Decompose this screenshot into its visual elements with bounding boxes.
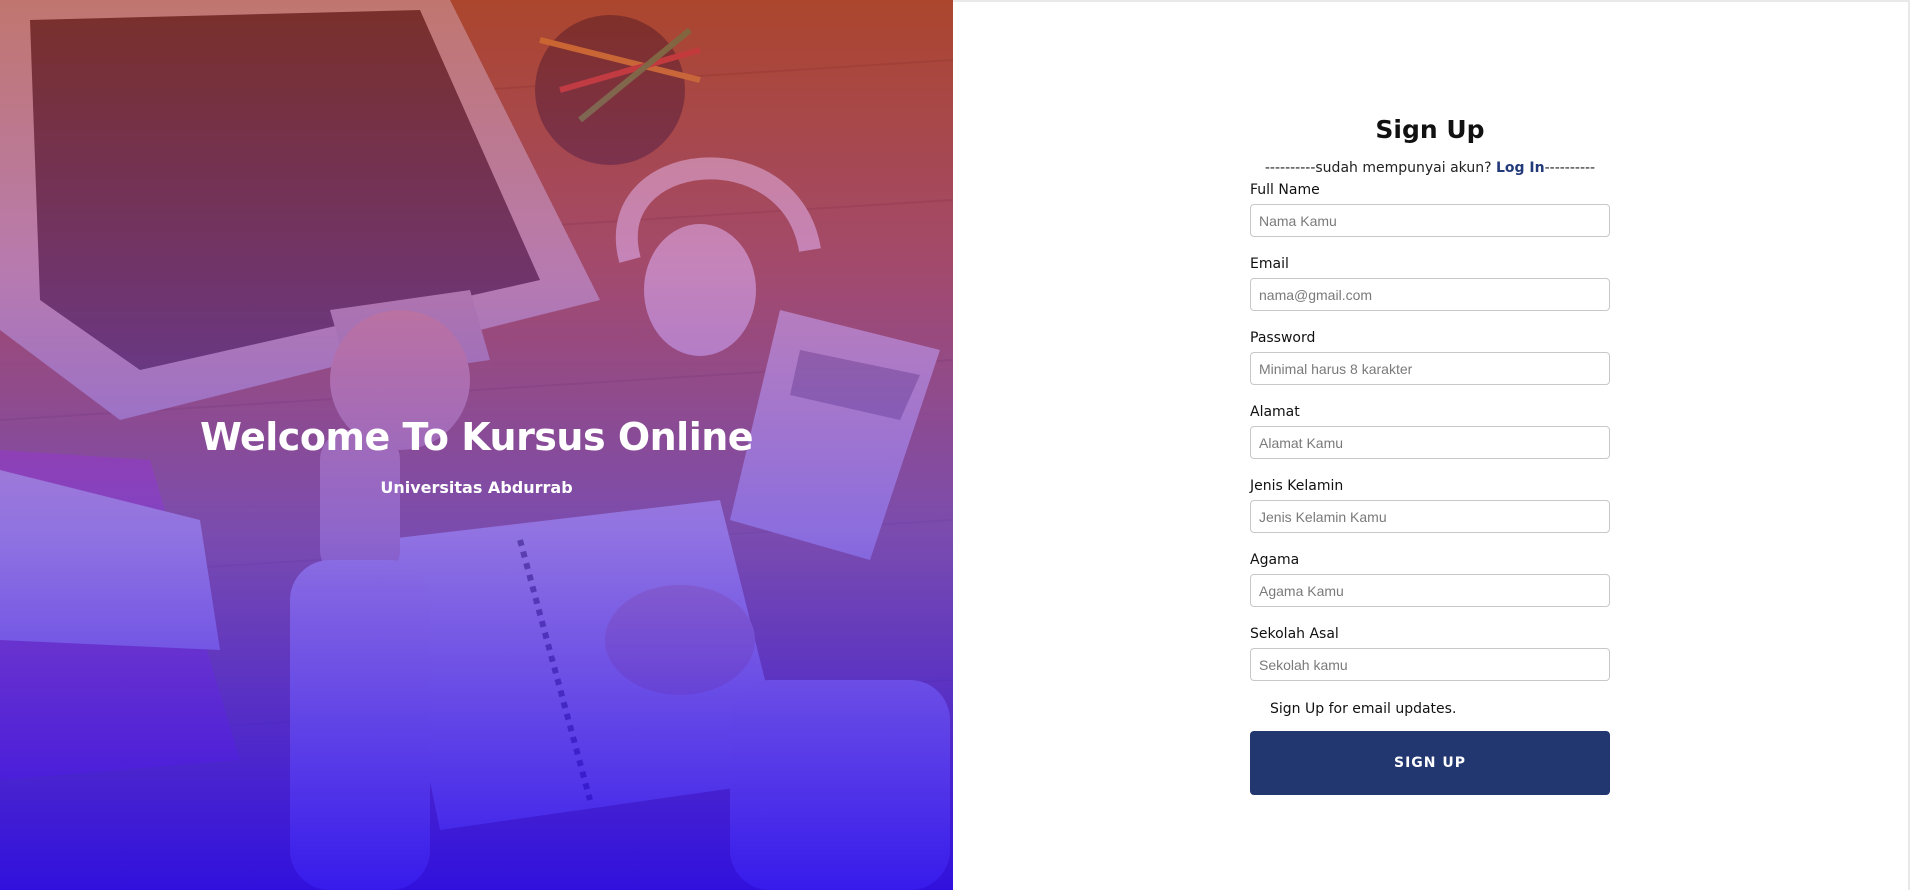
full-name-label: Full Name [1250,182,1320,198]
login-prompt-suffix: ---------- [1544,160,1596,176]
login-prompt-prefix: ----------sudah mempunyai akun? [1264,160,1496,176]
login-prompt: ----------sudah mempunyai akun? Log In--… [1250,160,1610,176]
full-name-input[interactable] [1250,204,1610,237]
form-panel: Sign Up ----------sudah mempunyai akun? … [953,0,1910,890]
hero-title: Welcome To Kursus Online [199,415,754,459]
hero-panel: Welcome To Kursus Online Universitas Abd… [0,0,953,890]
email-updates-row: Sign Up for email updates. [1250,699,1610,719]
alamat-input[interactable] [1250,426,1610,459]
jenis-kelamin-label: Jenis Kelamin [1250,478,1344,494]
signup-form: Sign Up ----------sudah mempunyai akun? … [1250,110,1610,795]
field-full-name: Full Name [1250,180,1610,237]
login-link[interactable]: Log In [1496,160,1545,176]
password-input[interactable] [1250,352,1610,385]
sekolah-asal-input[interactable] [1250,648,1610,681]
hero-subtitle: Universitas Abdurrab [380,478,573,497]
field-sekolah-asal: Sekolah Asal [1250,624,1610,681]
form-title: Sign Up [1375,115,1485,144]
field-alamat: Alamat [1250,402,1610,459]
alamat-label: Alamat [1250,404,1300,420]
signup-page: Welcome To Kursus Online Universitas Abd… [0,0,1910,890]
email-input[interactable] [1250,278,1610,311]
jenis-kelamin-input[interactable] [1250,500,1610,533]
agama-label: Agama [1250,552,1300,568]
signup-button[interactable]: SIGN UP [1250,731,1610,795]
field-jenis-kelamin: Jenis Kelamin [1250,476,1610,533]
agama-input[interactable] [1250,574,1610,607]
email-updates-label: Sign Up for email updates. [1270,701,1457,717]
sekolah-asal-label: Sekolah Asal [1250,626,1339,642]
email-label: Email [1250,256,1289,272]
hero-text-block: Welcome To Kursus Online Universitas Abd… [0,408,953,497]
field-agama: Agama [1250,550,1610,607]
field-email: Email [1250,254,1610,311]
field-password: Password [1250,328,1610,385]
password-label: Password [1250,330,1316,346]
